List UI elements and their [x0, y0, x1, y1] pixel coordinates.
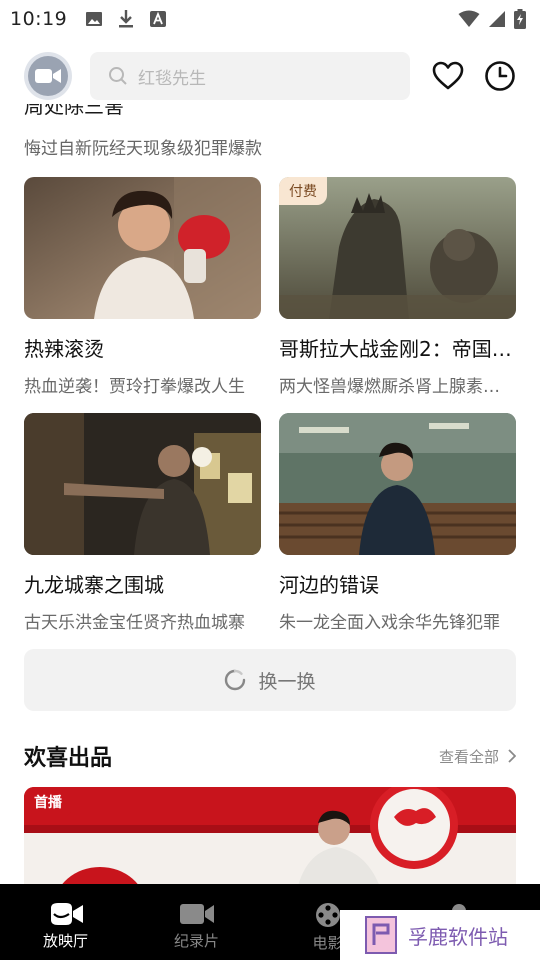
main-content[interactable]: 周处除三害 悔过自新阮经天现象级犯罪爆款 热辣滚烫 热血逆袭！贾玲打拳爆改人生: [0, 104, 540, 884]
section-title: 欢喜出品: [24, 746, 113, 771]
movie-poster[interactable]: [279, 413, 516, 555]
movie-card[interactable]: 热辣滚烫 热血逆袭！贾玲打拳爆改人生: [24, 177, 261, 397]
partial-card-title: 周处除三害: [24, 104, 124, 118]
film-reel-icon: [315, 903, 340, 927]
movie-poster[interactable]: [24, 177, 261, 319]
refresh-label: 换一换: [258, 670, 316, 693]
font-app-icon: [150, 11, 167, 27]
view-all-label: 查看全部: [438, 747, 499, 766]
movie-title: 哥斯拉大战金刚2：帝国崛起: [279, 337, 516, 361]
watermark-logo-icon: [365, 916, 397, 954]
nav-label: 放映厅: [42, 932, 88, 950]
search-input[interactable]: 红毯先生: [90, 52, 410, 100]
partial-card-subtitle: 悔过自新阮经天现象级犯罪爆款: [24, 139, 262, 159]
avatar[interactable]: [24, 52, 72, 100]
watermark: 孚鹿软件站: [340, 910, 540, 960]
wifi-icon: [458, 10, 480, 27]
status-notification-icons: [85, 9, 167, 29]
signal-icon: [489, 11, 505, 27]
nav-item-documentary[interactable]: 纪录片: [131, 884, 262, 960]
status-time: 10:19: [10, 8, 68, 30]
movie-title: 河边的错误: [279, 573, 379, 597]
movie-subtitle: 古天乐洪金宝任贤齐热血城寨: [24, 613, 245, 633]
movie-card[interactable]: 河边的错误 朱一龙全面入戏余华先锋犯罪: [279, 413, 516, 633]
movie-subtitle: 朱一龙全面入戏余华先锋犯罪: [279, 613, 500, 633]
movie-card[interactable]: 九龙城寨之围城 古天乐洪金宝任贤齐热血城寨: [24, 413, 261, 633]
movie-poster[interactable]: 付费: [279, 177, 516, 319]
battery-icon: [514, 9, 526, 29]
camera-avatar-icon: [35, 69, 61, 83]
nav-item-cinema[interactable]: 放映厅: [0, 884, 131, 960]
video-camera-icon: [179, 904, 214, 924]
movie-title: 九龙城寨之围城: [24, 573, 164, 597]
nav-label: 电影: [312, 934, 343, 952]
movie-card[interactable]: 付费 哥斯拉大战金刚2：帝国崛起 两大怪兽爆燃厮杀肾上腺素飙升: [279, 177, 516, 397]
movie-poster[interactable]: [24, 413, 261, 555]
watermark-text: 孚鹿软件站: [408, 924, 508, 949]
paid-badge: 付费: [279, 177, 327, 205]
image-notification-icon: [86, 12, 103, 26]
view-all-link[interactable]: 查看全部: [439, 746, 516, 767]
search-placeholder: 红毯先生: [138, 68, 206, 89]
premiere-badge: 首播: [24, 787, 72, 817]
section-header: 欢喜出品 查看全部: [24, 740, 516, 772]
download-notification-icon: [119, 10, 134, 28]
refresh-button[interactable]: 换一换: [24, 649, 516, 711]
status-bar: 10:19: [0, 0, 540, 38]
refresh-icon: [225, 669, 246, 691]
movie-subtitle: 两大怪兽爆燃厮杀肾上腺素飙升: [279, 377, 516, 397]
movie-title: 热辣滚烫: [24, 337, 104, 361]
favorite-heart-icon[interactable]: [432, 61, 464, 91]
chevron-right-icon: [508, 749, 516, 763]
search-icon: [109, 67, 127, 85]
history-clock-icon[interactable]: [484, 60, 516, 92]
top-bar: 红毯先生: [0, 48, 540, 104]
cinema-icon: [50, 903, 83, 925]
featured-banner[interactable]: 首播: [24, 787, 516, 884]
nav-label: 纪录片: [173, 932, 219, 950]
movie-subtitle: 热血逆袭！贾玲打拳爆改人生: [24, 377, 245, 397]
